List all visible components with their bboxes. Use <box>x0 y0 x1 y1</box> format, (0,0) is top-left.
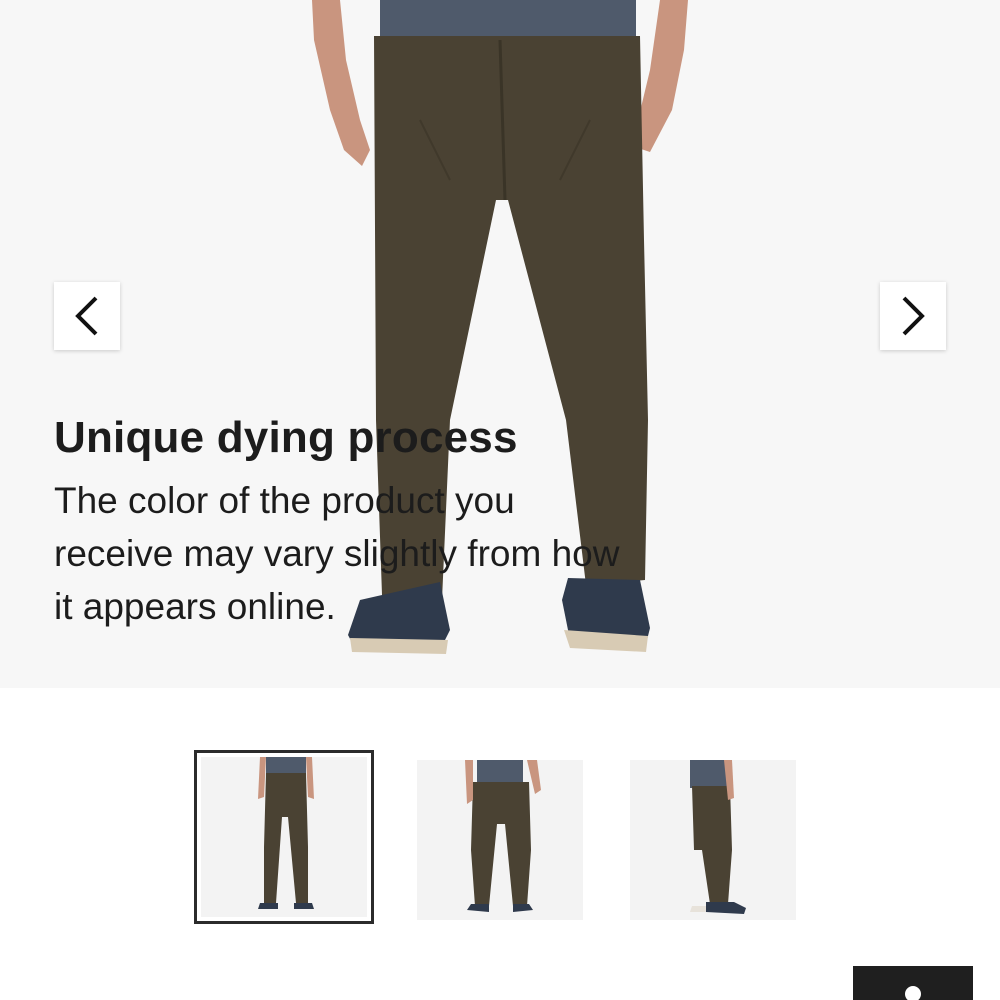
left-arm <box>312 0 370 166</box>
chevron-right-icon <box>902 296 925 336</box>
thumbnail-back-image <box>417 760 583 920</box>
product-image-hero: Unique dying process The color of the pr… <box>0 0 1000 688</box>
thumbnail-side[interactable] <box>630 760 796 920</box>
info-icon <box>905 986 921 1000</box>
shirt <box>380 0 636 40</box>
thumbnail-back[interactable] <box>417 760 583 920</box>
caption-body: The color of the product you receive may… <box>54 480 620 627</box>
image-caption: Unique dying process The color of the pr… <box>54 408 654 633</box>
thumbnail-front[interactable] <box>194 750 374 924</box>
chevron-left-icon <box>75 296 98 336</box>
help-chat-button[interactable] <box>853 966 973 1000</box>
thumbnail-side-image <box>630 760 796 920</box>
thumbnail-front-image <box>204 757 364 917</box>
caption-title: Unique dying process <box>54 413 518 462</box>
previous-image-button[interactable] <box>54 282 120 350</box>
thumbnail-strip <box>0 750 1000 930</box>
next-image-button[interactable] <box>880 282 946 350</box>
